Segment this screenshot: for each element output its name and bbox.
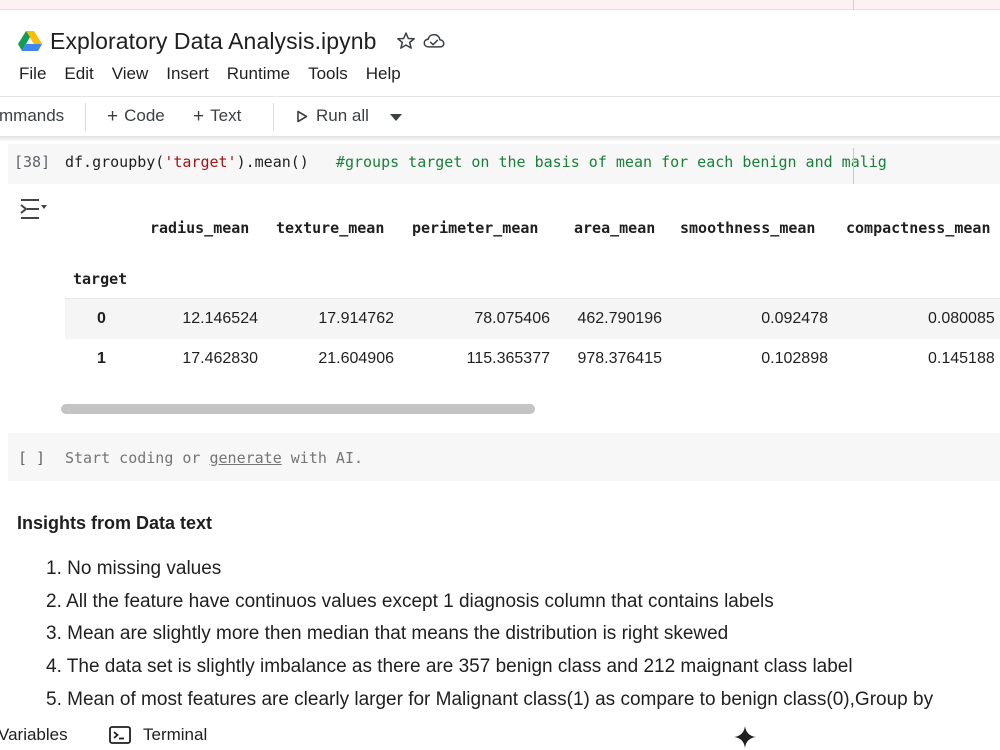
star-icon[interactable] bbox=[395, 30, 417, 52]
placeholder-start: Start coding or bbox=[65, 449, 210, 467]
list-item: 1. No missing values bbox=[46, 558, 222, 579]
dataframe-output: radius_mean texture_mean perimeter_mean … bbox=[65, 206, 1000, 381]
toolbar-shadow bbox=[0, 136, 1000, 142]
plus-icon: + bbox=[107, 105, 119, 127]
code-line[interactable]: df.groupby('target').mean() #groups targ… bbox=[65, 153, 887, 171]
table-cell: 0.080085 bbox=[928, 310, 995, 327]
column-header: area_mean bbox=[574, 219, 656, 237]
terminal-label: Terminal bbox=[143, 725, 208, 744]
list-item: 3. Mean are slightly more then median th… bbox=[46, 623, 729, 645]
notebook-title-bar: Exploratory Data Analysis.ipynb bbox=[18, 24, 445, 58]
empty-code-cell[interactable]: [ ] Start coding or generate with AI. bbox=[8, 433, 1000, 481]
menu-bar: File Edit View Insert Runtime Tools Help bbox=[10, 62, 410, 88]
column-header: texture_mean bbox=[276, 219, 385, 237]
google-drive-icon bbox=[18, 31, 42, 51]
generate-link[interactable]: generate bbox=[210, 449, 282, 467]
run-all-label: Run all bbox=[316, 106, 369, 125]
table-cell: 78.075406 bbox=[474, 310, 550, 327]
row-index: 1 bbox=[97, 350, 106, 367]
table-row: 1 17.462830 21.604906 115.365377 978.376… bbox=[65, 339, 1000, 379]
cloud-saved-icon[interactable] bbox=[423, 30, 445, 52]
notebook-toolbar: mmands + Code + Text Run all bbox=[0, 96, 1000, 136]
list-item: 4. The data set is slightly imbalance as… bbox=[46, 656, 853, 678]
column-header: radius_mean bbox=[150, 219, 250, 237]
column-header: compactness_mean bbox=[846, 219, 991, 237]
menu-tools[interactable]: Tools bbox=[299, 62, 357, 88]
play-icon bbox=[297, 110, 308, 122]
menu-file[interactable]: File bbox=[10, 62, 55, 88]
list-item: 5. Mean of most features are clearly lar… bbox=[46, 688, 934, 710]
add-code-label: Code bbox=[124, 106, 165, 125]
table-cell: 462.790196 bbox=[577, 310, 662, 327]
run-all-button[interactable]: Run all bbox=[296, 106, 369, 126]
terminal-icon bbox=[109, 726, 131, 744]
add-code-cell-button[interactable]: + Code bbox=[107, 106, 165, 126]
code-string: 'target' bbox=[164, 153, 237, 171]
table-row: 0 12.146524 17.914762 78.075406 462.7901… bbox=[65, 299, 1000, 339]
text-cell-heading: Insights from Data text bbox=[17, 513, 213, 533]
table-cell: 0.145188 bbox=[928, 350, 995, 367]
column-header: perimeter_mean bbox=[412, 219, 539, 237]
cell-placeholder[interactable]: Start coding or generate with AI. bbox=[65, 449, 363, 467]
table-cell: 978.376415 bbox=[577, 350, 662, 367]
commands-button[interactable]: mmands bbox=[0, 106, 64, 126]
menu-view[interactable]: View bbox=[103, 62, 158, 88]
menu-help[interactable]: Help bbox=[357, 62, 410, 88]
table-cell: 12.146524 bbox=[182, 310, 258, 327]
plus-icon: + bbox=[193, 105, 205, 127]
notebook-title[interactable]: Exploratory Data Analysis.ipynb bbox=[50, 28, 377, 55]
row-index: 0 bbox=[97, 310, 106, 327]
toolbar-divider bbox=[85, 103, 86, 131]
bottom-bar: Variables Terminal bbox=[0, 716, 1000, 750]
code-comment: #groups target on the basis of mean for … bbox=[308, 153, 887, 171]
insights-list: 1. No missing values 2. All the feature … bbox=[46, 553, 1000, 717]
table-cell: 0.102898 bbox=[761, 350, 828, 367]
placeholder-end: with AI. bbox=[281, 449, 364, 467]
variables-button[interactable]: Variables bbox=[0, 725, 68, 745]
browser-top-strip bbox=[0, 0, 1000, 10]
menu-runtime[interactable]: Runtime bbox=[218, 62, 299, 88]
run-options-dropdown-icon[interactable] bbox=[388, 111, 404, 123]
run-cell-button[interactable]: [ ] bbox=[18, 449, 45, 467]
gemini-sparkle-icon[interactable] bbox=[733, 725, 757, 749]
add-text-label: Text bbox=[210, 106, 242, 125]
table-cell: 21.604906 bbox=[318, 350, 394, 367]
toolbar-divider bbox=[273, 103, 274, 131]
code-prefix: df.groupby( bbox=[65, 153, 165, 171]
table-cell: 17.914762 bbox=[318, 310, 394, 327]
table-cell: 115.365377 bbox=[466, 350, 550, 367]
column-header: smoothness_mean bbox=[680, 219, 816, 237]
code-cell[interactable]: [38] df.groupby('target').mean() #groups… bbox=[8, 144, 1000, 184]
list-item: 2. All the feature have continuos values… bbox=[46, 590, 774, 612]
horizontal-scrollbar[interactable] bbox=[61, 404, 535, 414]
terminal-button[interactable]: Terminal bbox=[109, 725, 207, 745]
table-cell: 17.462830 bbox=[182, 350, 258, 367]
table-cell: 0.092478 bbox=[761, 310, 828, 327]
add-text-cell-button[interactable]: + Text bbox=[193, 106, 241, 126]
column-guide-line bbox=[853, 148, 854, 184]
menu-insert[interactable]: Insert bbox=[157, 62, 218, 88]
menu-edit[interactable]: Edit bbox=[55, 62, 102, 88]
output-actions-icon[interactable] bbox=[17, 197, 47, 221]
index-name: target bbox=[73, 270, 128, 288]
strip-divider bbox=[853, 0, 854, 10]
code-suffix: ).mean() bbox=[236, 153, 309, 171]
execution-count: [38] bbox=[14, 153, 51, 171]
